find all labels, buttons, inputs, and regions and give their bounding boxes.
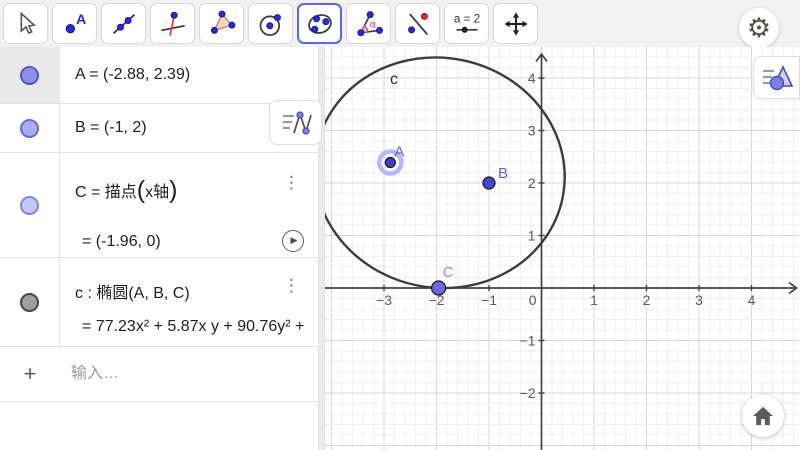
tool-perpendicular-line-button[interactable] — [150, 3, 195, 44]
settings-button[interactable]: ⚙ — [739, 8, 779, 48]
graphics-style-button[interactable] — [753, 56, 800, 99]
graphics-view[interactable]: −3−2−1012344321−1−2cABC — [325, 47, 800, 450]
home-button[interactable] — [742, 395, 784, 437]
algebra-def-C[interactable]: C = 描点(x轴) — [75, 175, 284, 204]
slider-icon: a = 2 — [452, 10, 482, 38]
algebra-row-C[interactable]: C = 描点(x轴) = (-1.96, 0) ⋮ ▶ — [0, 153, 318, 258]
tool-angle-button[interactable]: α — [346, 3, 391, 44]
y-tick-label: 1 — [528, 228, 536, 244]
y-tick-label: −2 — [520, 385, 536, 401]
tool-move-button[interactable] — [3, 3, 48, 44]
tool-reflect-button[interactable] — [395, 3, 440, 44]
y-tick-label: 3 — [528, 123, 536, 139]
visibility-marble-C[interactable] — [20, 196, 39, 215]
home-icon — [752, 406, 774, 426]
point-icon: A — [60, 10, 90, 38]
marble-cell-c — [0, 258, 60, 346]
tool-ellipse-button[interactable] — [297, 3, 342, 44]
visibility-marble-A[interactable] — [20, 66, 39, 85]
algebra-value-c: = 77.23x² + 5.87x y + 90.76y² + — [82, 318, 318, 336]
algebra-text-A[interactable]: A = (-2.88, 2.39) — [60, 47, 318, 103]
point-label-B: B — [498, 165, 508, 182]
perpendicular-icon — [158, 10, 188, 38]
visibility-marble-B[interactable] — [20, 119, 39, 138]
point-label-A: A — [394, 144, 404, 161]
x-tick-label: 4 — [748, 292, 756, 308]
marble-cell-C — [0, 153, 60, 257]
tool-slider-button[interactable]: a = 2 — [444, 3, 489, 44]
gear-icon: ⚙ — [747, 13, 771, 44]
command-arg: x轴 — [145, 184, 169, 201]
x-tick-label: −3 — [376, 292, 392, 308]
polygon-icon — [207, 10, 237, 38]
tool-circle-button[interactable] — [248, 3, 293, 44]
svg-text:α: α — [369, 19, 376, 30]
x-tick-label: 3 — [695, 292, 703, 308]
play-button[interactable]: ▶ — [282, 230, 304, 252]
algebra-input[interactable] — [71, 347, 301, 401]
tool-move-view-button[interactable] — [493, 3, 538, 44]
svg-text:a = 2: a = 2 — [453, 12, 479, 25]
algebra-def-c[interactable]: c : 椭圆(A, B, C) — [75, 279, 284, 303]
x-tick-label: −1 — [481, 292, 497, 308]
x-tick-label: 0 — [529, 292, 537, 308]
algebra-view: A = (-2.88, 2.39) B = (-1, 2) ⋮ C = 描点(x… — [0, 47, 318, 450]
toolbar-strip: Aα a = 2 ⚙ — [0, 0, 800, 47]
command-text: C = 描点 — [75, 184, 137, 201]
tool-line-button[interactable] — [101, 3, 146, 44]
y-tick-label: 4 — [528, 70, 536, 86]
cursor-icon — [11, 10, 41, 38]
algebra-row-c[interactable]: c : 椭圆(A, B, C) = 77.23x² + 5.87x y + 90… — [0, 258, 318, 347]
point-label-C: C — [443, 264, 454, 281]
paren: ( — [137, 176, 145, 204]
geogebra-app: Aα a = 2 ⚙ A = (-2.88, 2.39) B = (-1, 2) … — [0, 0, 800, 450]
algebra-value-C: = (-1.96, 0) — [82, 233, 284, 251]
algebra-input-row: + — [0, 347, 318, 402]
ellipse-label: c — [390, 71, 398, 88]
move-view-icon — [501, 10, 531, 38]
algebra-style-icon — [278, 107, 314, 139]
y-tick-label: 2 — [528, 175, 536, 191]
circle-icon — [256, 10, 286, 38]
reflect-icon — [403, 10, 433, 38]
svg-text:A: A — [76, 11, 86, 27]
ellipse-c[interactable] — [325, 47, 586, 311]
paren: ) — [169, 176, 177, 204]
plus-icon[interactable]: + — [0, 347, 60, 401]
kebab-menu-icon[interactable]: ⋮ — [283, 175, 300, 192]
graphics-style-icon — [759, 62, 795, 94]
toolbar: Aα a = 2 — [3, 3, 538, 44]
y-tick-label: −1 — [520, 333, 536, 349]
x-tick-label: 2 — [643, 292, 651, 308]
tool-polygon-button[interactable] — [199, 3, 244, 44]
tool-point-button[interactable]: A — [52, 3, 97, 44]
marble-cell-B — [0, 104, 60, 152]
line-icon — [109, 10, 139, 38]
kebab-menu-icon[interactable]: ⋮ — [283, 278, 300, 295]
visibility-marble-c[interactable] — [20, 293, 39, 312]
ellipse-icon — [305, 10, 335, 38]
point-B[interactable] — [483, 177, 495, 189]
x-tick-label: 1 — [590, 292, 598, 308]
angle-icon: α — [354, 10, 384, 38]
marble-cell-A — [0, 47, 60, 103]
algebra-style-button[interactable] — [269, 100, 322, 145]
point-C[interactable] — [432, 281, 446, 295]
algebra-row-A[interactable]: A = (-2.88, 2.39) — [0, 47, 318, 104]
play-icon: ▶ — [291, 236, 298, 246]
